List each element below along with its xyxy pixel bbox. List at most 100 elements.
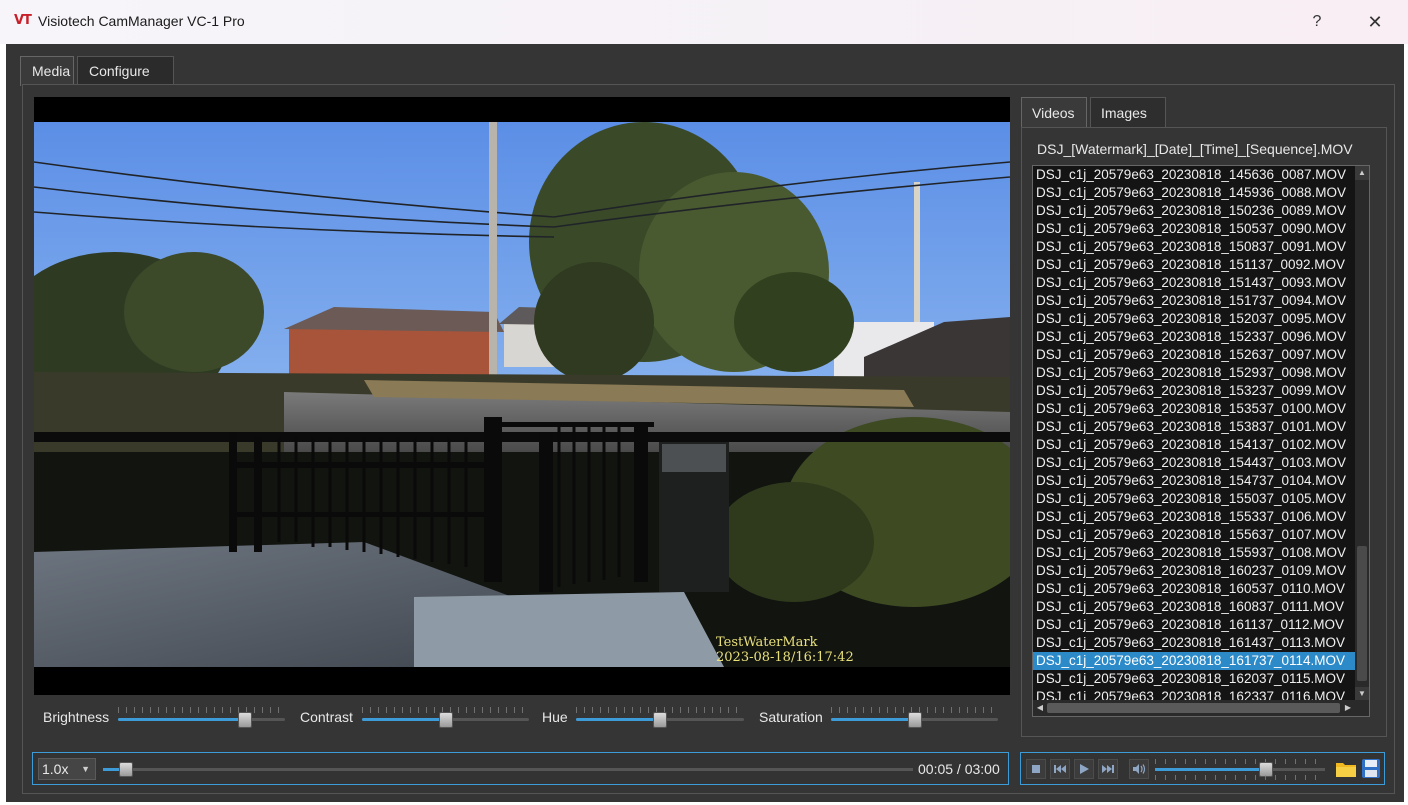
horizontal-scrollbar[interactable]: ◀ ▶ [1033, 700, 1369, 716]
scroll-up-icon[interactable]: ▲ [1355, 166, 1369, 180]
save-button[interactable] [1361, 758, 1381, 779]
slider-handle[interactable] [653, 712, 667, 728]
list-item[interactable]: DSJ_c1j_20579e63_20230818_155037_0105.MO… [1033, 490, 1355, 508]
list-item[interactable]: DSJ_c1j_20579e63_20230818_161137_0112.MO… [1033, 616, 1355, 634]
watermark-timestamp: 2023-08-18/16:17:42 [716, 650, 854, 665]
list-item[interactable]: DSJ_c1j_20579e63_20230818_155937_0108.MO… [1033, 544, 1355, 562]
list-item[interactable]: DSJ_c1j_20579e63_20230818_150837_0091.MO… [1033, 238, 1355, 256]
volume-slider[interactable] [1155, 758, 1325, 780]
list-item[interactable]: DSJ_c1j_20579e63_20230818_152637_0097.MO… [1033, 346, 1355, 364]
vertical-scrollbar[interactable]: ▲ ▼ [1355, 166, 1369, 701]
list-item[interactable]: DSJ_c1j_20579e63_20230818_155337_0106.MO… [1033, 508, 1355, 526]
stop-icon [1032, 765, 1040, 773]
slider-ticks [118, 707, 285, 713]
stop-button[interactable] [1026, 759, 1046, 779]
saturation-label: Saturation [759, 709, 823, 725]
list-item[interactable]: DSJ_c1j_20579e63_20230818_160237_0109.MO… [1033, 562, 1355, 580]
speed-select[interactable]: 1.0x ▼ [38, 758, 96, 780]
slider-handle[interactable] [438, 712, 453, 728]
slider-handle[interactable] [907, 712, 922, 728]
scrollbar-thumb[interactable] [1047, 703, 1340, 713]
watermark-text: TestWaterMark [716, 635, 818, 650]
list-item[interactable]: DSJ_c1j_20579e63_20230818_154137_0102.MO… [1033, 436, 1355, 454]
slider-fill [118, 718, 245, 721]
help-button[interactable]: ? [1300, 8, 1334, 36]
list-item[interactable]: DSJ_c1j_20579e63_20230818_155637_0107.MO… [1033, 526, 1355, 544]
list-item[interactable]: DSJ_c1j_20579e63_20230818_161737_0114.MO… [1033, 652, 1355, 671]
video-frame: TestWaterMark 2023-08-18/16:17:42 [34, 122, 1010, 667]
scroll-left-icon[interactable]: ◀ [1033, 700, 1047, 716]
list-item[interactable]: DSJ_c1j_20579e63_20230818_150236_0089.MO… [1033, 202, 1355, 220]
list-item[interactable]: DSJ_c1j_20579e63_20230818_151737_0094.MO… [1033, 292, 1355, 310]
brightness-slider[interactable] [118, 707, 285, 729]
close-button[interactable]: ✕ [1358, 8, 1392, 36]
video-preview[interactable]: TestWaterMark 2023-08-18/16:17:42 [34, 97, 1010, 695]
scroll-down-icon[interactable]: ▼ [1355, 687, 1369, 701]
play-icon [1080, 764, 1089, 774]
media-pane: TestWaterMark 2023-08-18/16:17:42 Bright… [22, 84, 1395, 794]
list-item[interactable]: DSJ_c1j_20579e63_20230818_145636_0087.MO… [1033, 166, 1355, 184]
mute-button[interactable] [1129, 759, 1149, 779]
video-file-list[interactable]: DSJ_c1j_20579e63_20230818_145636_0087.MO… [1032, 165, 1370, 717]
street-scene-image [34, 122, 1010, 667]
seek-handle[interactable] [118, 762, 133, 777]
list-item[interactable]: DSJ_c1j_20579e63_20230818_152337_0096.MO… [1033, 328, 1355, 346]
hue-label: Hue [542, 709, 568, 725]
scroll-right-icon[interactable]: ▶ [1341, 700, 1355, 716]
seek-track [103, 768, 913, 771]
file-items: DSJ_c1j_20579e63_20230818_145636_0087.MO… [1033, 166, 1369, 716]
skip-back-icon [1054, 765, 1066, 773]
list-item[interactable]: DSJ_c1j_20579e63_20230818_160537_0110.MO… [1033, 580, 1355, 598]
chevron-down-icon: ▼ [81, 764, 90, 774]
transport-controls [1020, 752, 1385, 785]
contrast-slider[interactable] [362, 707, 529, 729]
list-item[interactable]: DSJ_c1j_20579e63_20230818_160837_0111.MO… [1033, 598, 1355, 616]
list-item[interactable]: DSJ_c1j_20579e63_20230818_151137_0092.MO… [1033, 256, 1355, 274]
tab-videos[interactable]: Videos [1021, 97, 1087, 127]
image-adjustments: Brightness Contrast Hue Saturation [34, 702, 1010, 732]
speaker-icon [1133, 764, 1146, 774]
list-item[interactable]: DSJ_c1j_20579e63_20230818_154437_0103.MO… [1033, 454, 1355, 472]
tab-images[interactable]: Images [1090, 97, 1166, 127]
main-window: Media Configure TestWaterMark 2023-08-18… [6, 44, 1404, 802]
previous-button[interactable] [1050, 759, 1070, 779]
list-item[interactable]: DSJ_c1j_20579e63_20230818_152937_0098.MO… [1033, 364, 1355, 382]
contrast-label: Contrast [300, 709, 353, 725]
tab-configure[interactable]: Configure [77, 56, 174, 84]
save-icon [1362, 759, 1380, 778]
slider-handle[interactable] [237, 712, 252, 728]
window-title: Visiotech CamManager VC-1 Pro [38, 13, 245, 29]
playback-bar: 1.0x ▼ 00:05 / 03:00 [32, 752, 1009, 785]
hue-slider[interactable] [576, 707, 744, 729]
list-item[interactable]: DSJ_c1j_20579e63_20230818_152037_0095.MO… [1033, 310, 1355, 328]
play-button[interactable] [1074, 759, 1094, 779]
slider-fill [362, 718, 446, 721]
list-item[interactable]: DSJ_c1j_20579e63_20230818_153837_0101.MO… [1033, 418, 1355, 436]
volume-fill [1155, 768, 1266, 771]
open-folder-button[interactable] [1335, 759, 1357, 779]
file-browser: Videos Images DSJ_[Watermark]_[Date]_[Ti… [1021, 97, 1387, 737]
saturation-slider[interactable] [831, 707, 998, 729]
list-item[interactable]: DSJ_c1j_20579e63_20230818_145936_0088.MO… [1033, 184, 1355, 202]
next-button[interactable] [1098, 759, 1118, 779]
seek-slider[interactable] [103, 758, 913, 780]
video-watermark: TestWaterMark 2023-08-18/16:17:42 [716, 635, 854, 665]
slider-fill [576, 718, 660, 721]
list-item[interactable]: DSJ_c1j_20579e63_20230818_154737_0104.MO… [1033, 472, 1355, 490]
videos-pane: DSJ_[Watermark]_[Date]_[Time]_[Sequence]… [1021, 127, 1387, 737]
list-item[interactable]: DSJ_c1j_20579e63_20230818_150537_0090.MO… [1033, 220, 1355, 238]
list-item[interactable]: DSJ_c1j_20579e63_20230818_151437_0093.MO… [1033, 274, 1355, 292]
tab-media[interactable]: Media [20, 56, 74, 86]
app-logo-icon: VT [14, 13, 32, 28]
list-item[interactable]: DSJ_c1j_20579e63_20230818_153237_0099.MO… [1033, 382, 1355, 400]
volume-ticks-top [1155, 759, 1325, 764]
list-item[interactable]: DSJ_c1j_20579e63_20230818_161437_0113.MO… [1033, 634, 1355, 652]
filename-pattern: DSJ_[Watermark]_[Date]_[Time]_[Sequence]… [1037, 141, 1353, 157]
time-readout: 00:05 / 03:00 [918, 761, 1000, 777]
title-bar: VT Visiotech CamManager VC-1 Pro ? ✕ [0, 0, 1408, 44]
scrollbar-thumb[interactable] [1357, 546, 1367, 681]
list-item[interactable]: DSJ_c1j_20579e63_20230818_153537_0100.MO… [1033, 400, 1355, 418]
speed-value: 1.0x [42, 761, 69, 777]
slider-fill [831, 718, 915, 721]
list-item[interactable]: DSJ_c1j_20579e63_20230818_162037_0115.MO… [1033, 670, 1355, 688]
